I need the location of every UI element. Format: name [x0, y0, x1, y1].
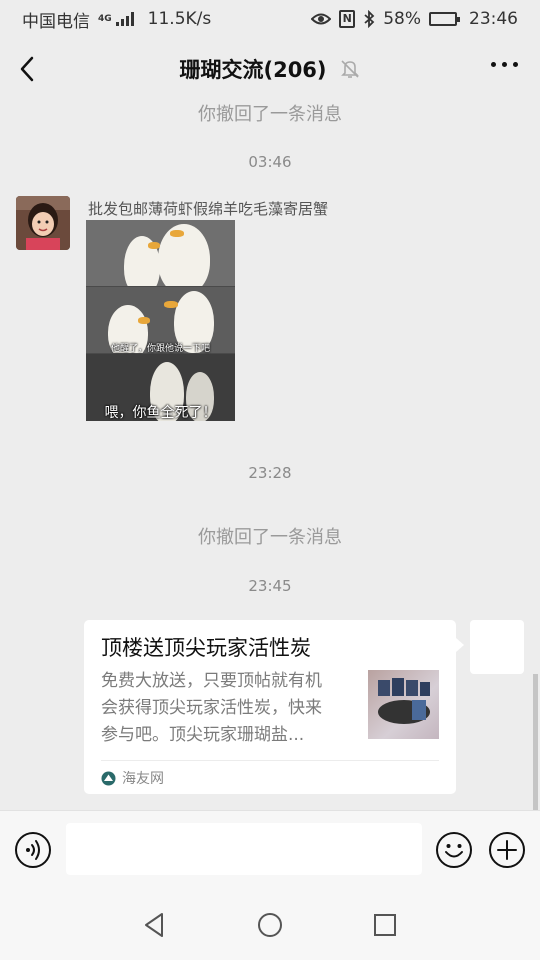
more-dot	[513, 62, 518, 67]
system-message: 你撤回了一条消息	[198, 104, 342, 125]
duck-beak	[164, 301, 178, 308]
more-dot	[491, 62, 496, 67]
voice-button[interactable]	[14, 831, 52, 869]
back-button[interactable]	[14, 52, 44, 86]
duck-beak	[138, 317, 150, 324]
status-right: N 58% 23:46	[311, 9, 518, 29]
duck-beak	[148, 242, 160, 249]
square-recents-icon	[374, 914, 396, 936]
sticker-panel	[86, 220, 235, 286]
chat-title: 珊瑚交流(206)	[179, 58, 327, 82]
link-card-desc-line: 会获得顶尖玩家活性炭，快来	[101, 698, 322, 718]
duck-beak	[170, 230, 184, 237]
clock: 23:46	[469, 9, 518, 29]
carrier-name: 中国电信	[22, 11, 90, 32]
nav-recents-button[interactable]	[370, 910, 400, 940]
avatar[interactable]	[16, 196, 70, 250]
more-button[interactable]	[491, 62, 518, 67]
nav-home-button[interactable]	[255, 910, 285, 940]
scrollbar[interactable]	[533, 674, 538, 810]
link-card[interactable]: 顶楼送顶尖玩家活性炭 免费大放送，只要顶帖就有机 会获得顶尖玩家活性炭，快来 参…	[84, 620, 464, 794]
source-logo-icon	[101, 771, 116, 785]
bell-off-icon	[340, 60, 359, 78]
link-card-divider	[101, 760, 439, 761]
more-dot	[502, 62, 507, 67]
link-card-description: 免费大放送，只要顶帖就有机 会获得顶尖玩家活性炭，快来 参与吧。顶尖玩家珊瑚盐.…	[101, 668, 351, 749]
my-avatar[interactable]	[470, 620, 524, 674]
circle-home-icon	[258, 913, 282, 937]
plus-icon	[489, 832, 525, 868]
chat-messages[interactable]: 你撤回了一条消息 03:46 批发包邮薄荷虾假绵羊吃毛藻寄居蟹 他醒了，你跟他说…	[0, 100, 540, 810]
link-card-thumbnail	[368, 670, 439, 739]
nfc-icon: N	[339, 10, 356, 28]
voice-icon	[15, 832, 51, 868]
title-wrap: 珊瑚交流(206)	[179, 54, 360, 84]
sender-name: 批发包邮薄荷虾假绵羊吃毛藻寄居蟹	[88, 200, 329, 218]
battery-icon	[429, 12, 460, 26]
chat-header: 珊瑚交流(206)	[0, 38, 540, 100]
system-nav-bar	[0, 890, 540, 960]
avatar-image	[16, 196, 70, 250]
sticker-caption: 他醒了，你跟他说一下吧	[110, 344, 210, 354]
timestamp: 23:45	[248, 577, 292, 595]
network-speed: 11.5K/s	[147, 9, 212, 29]
chevron-left-icon	[20, 56, 34, 82]
input-bar	[0, 810, 540, 890]
source-name: 海友网	[122, 771, 164, 787]
emoji-button[interactable]	[435, 831, 473, 869]
signal-icon	[115, 12, 134, 26]
status-left: 中国电信 4G 11.5K/s	[22, 7, 211, 32]
timestamp: 03:46	[248, 153, 292, 171]
link-card-desc-line: 免费大放送，只要顶帖就有机	[101, 671, 322, 691]
battery-percent: 58%	[383, 9, 421, 29]
product-jars-image	[378, 678, 430, 724]
eye-icon	[311, 13, 332, 25]
nav-back-button[interactable]	[140, 910, 170, 940]
status-bar: 中国电信 4G 11.5K/s N 58% 23:46	[0, 0, 540, 38]
network-type: 4G	[98, 13, 112, 24]
plus-button[interactable]	[488, 831, 526, 869]
link-card-source: 海友网	[101, 768, 164, 788]
message-input[interactable]	[66, 823, 422, 875]
duck-figure	[158, 224, 210, 286]
bluetooth-icon	[364, 10, 375, 28]
emoji-icon	[436, 832, 472, 868]
system-message: 你撤回了一条消息	[198, 527, 342, 548]
link-card-title: 顶楼送顶尖玩家活性炭	[101, 636, 311, 660]
timestamp: 23:28	[248, 464, 292, 482]
link-card-desc-line: 参与吧。顶尖玩家珊瑚盐...	[101, 725, 305, 745]
sticker-caption: 喂，你鱼全死了！	[104, 405, 217, 421]
sticker-image[interactable]: 他醒了，你跟他说一下吧 喂，你鱼全死了！	[86, 220, 235, 421]
triangle-back-icon	[145, 913, 163, 937]
